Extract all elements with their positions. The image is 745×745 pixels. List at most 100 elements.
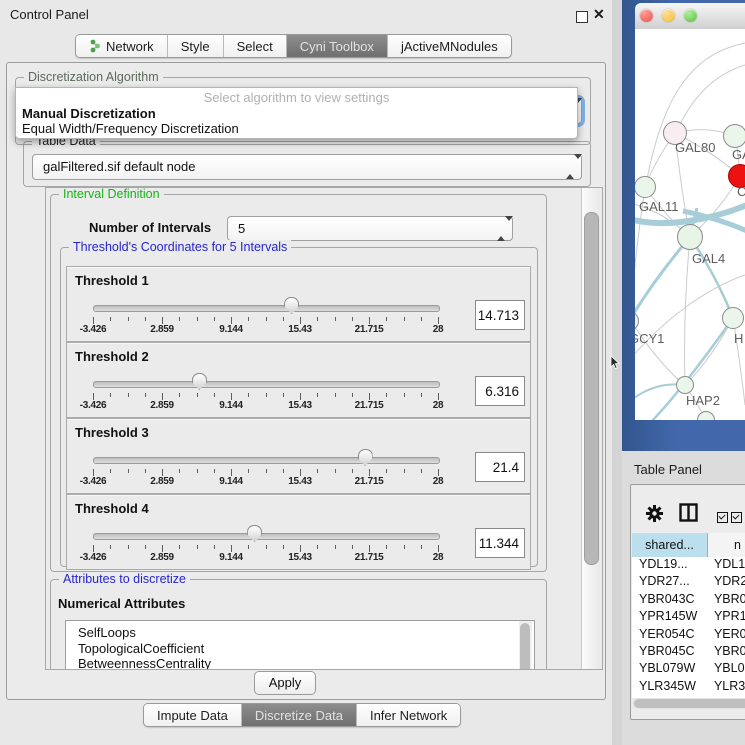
tick-label: 28 bbox=[433, 552, 444, 563]
cell-shared-name[interactable]: YDL19... bbox=[632, 557, 703, 574]
slider-tick bbox=[145, 317, 146, 321]
cell-shared-name[interactable]: YBR045C bbox=[632, 644, 703, 661]
cell-name[interactable]: YER0 bbox=[703, 627, 745, 644]
apply-button[interactable]: Apply bbox=[254, 671, 316, 695]
panel-divider[interactable] bbox=[612, 0, 622, 745]
slider-tick bbox=[300, 317, 301, 324]
table-row[interactable]: YBR043CYBR0 bbox=[632, 592, 745, 609]
slider-track[interactable] bbox=[93, 533, 440, 540]
dropdown-option[interactable]: Manual Discretization bbox=[16, 106, 577, 121]
network-edge[interactable] bbox=[677, 65, 745, 131]
table-hscrollbar[interactable] bbox=[633, 698, 745, 709]
network-view-window[interactable]: GAL80GACGAL11GAL4GCY1HHAP2 bbox=[622, 0, 745, 451]
slider-track[interactable] bbox=[93, 381, 440, 388]
tab-impute-data[interactable]: Impute Data bbox=[144, 704, 242, 726]
cell-name[interactable]: YLR3 bbox=[703, 679, 745, 696]
panel-scrollbar-thumb[interactable] bbox=[584, 212, 599, 565]
tab-style[interactable]: Style bbox=[168, 35, 224, 57]
close-icon[interactable]: ✕ bbox=[593, 6, 605, 23]
attribute-list-item[interactable]: SelfLoops bbox=[66, 625, 534, 641]
tick-label: 21.715 bbox=[355, 552, 384, 563]
table-row[interactable]: YPR145WYPR1 bbox=[632, 609, 745, 626]
network-node-label: GAL11 bbox=[639, 199, 679, 214]
threshold-value-field[interactable]: 14.713 bbox=[475, 300, 525, 330]
list-scrollbar-thumb[interactable] bbox=[520, 623, 530, 670]
cell-shared-name[interactable]: YLR345W bbox=[632, 679, 703, 696]
network-node[interactable] bbox=[677, 224, 703, 250]
threshold-value-field[interactable]: 21.4 bbox=[475, 452, 525, 482]
zoom-traffic-light[interactable] bbox=[684, 9, 697, 22]
threshold-value-field[interactable]: 6.316 bbox=[475, 376, 525, 406]
tab-label: jActiveMNodules bbox=[401, 39, 498, 54]
network-edge[interactable] bbox=[635, 237, 690, 321]
window-float-icon[interactable] bbox=[576, 11, 588, 23]
table-row[interactable]: YDL19...YDL1 bbox=[632, 557, 745, 574]
tab-network[interactable]: Network bbox=[76, 35, 168, 57]
network-edge[interactable] bbox=[690, 237, 733, 318]
slider-tick bbox=[369, 545, 370, 552]
slider-tick bbox=[214, 393, 215, 397]
cell-name[interactable]: YBR0 bbox=[703, 644, 745, 661]
numerical-attributes-list[interactable]: SelfLoopsTopologicalCoefficientBetweenne… bbox=[65, 620, 535, 670]
network-node[interactable] bbox=[676, 376, 694, 394]
num-intervals-combobox[interactable]: 5 bbox=[227, 216, 513, 241]
cell-name[interactable]: YBL0 bbox=[703, 661, 745, 678]
close-traffic-light[interactable] bbox=[640, 9, 653, 22]
cell-shared-name[interactable]: YBL079W bbox=[632, 661, 703, 678]
dropdown-option[interactable]: Equal Width/Frequency Discretization bbox=[16, 121, 577, 136]
attribute-list-item[interactable]: TopologicalCoefficient bbox=[66, 641, 534, 657]
tick-label: 28 bbox=[433, 476, 444, 487]
cell-shared-name[interactable]: YPR145W bbox=[632, 609, 703, 626]
minimize-traffic-light[interactable] bbox=[662, 9, 675, 22]
tab-cyni-toolbox[interactable]: Cyni Toolbox bbox=[287, 35, 388, 57]
tick-label: 21.715 bbox=[355, 324, 384, 335]
network-canvas[interactable]: GAL80GACGAL11GAL4GCY1HHAP2 bbox=[635, 29, 745, 420]
threshold-value-field[interactable]: 11.344 bbox=[475, 528, 525, 558]
table-row[interactable]: YBL079WYBL0 bbox=[632, 661, 745, 678]
threshold-panel: Threshold 1-3.4262.8599.14415.4321.71528… bbox=[66, 266, 531, 342]
slider-tick bbox=[179, 393, 180, 397]
slider-tick bbox=[162, 393, 163, 400]
table-row[interactable]: YDR27...YDR2 bbox=[632, 574, 745, 591]
cell-shared-name[interactable]: YDR27... bbox=[632, 574, 703, 591]
slider-track[interactable] bbox=[93, 305, 440, 312]
slider-tick bbox=[283, 317, 284, 321]
cell-name[interactable]: YPR1 bbox=[703, 609, 745, 626]
table-hscrollbar-thumb[interactable] bbox=[634, 699, 745, 708]
tab-select[interactable]: Select bbox=[224, 35, 287, 57]
threshold-panel: Threshold 3-3.4262.8599.14415.4321.71528… bbox=[66, 418, 531, 494]
network-window-titlebar[interactable] bbox=[635, 3, 745, 30]
list-scrollbar[interactable] bbox=[519, 621, 532, 670]
tick-label: 15.43 bbox=[288, 324, 312, 335]
slider-tick bbox=[369, 317, 370, 324]
split-columns-icon[interactable] bbox=[679, 503, 698, 522]
network-edge[interactable] bbox=[685, 237, 690, 385]
cell-shared-name[interactable]: YER054C bbox=[632, 627, 703, 644]
cell-name[interactable]: YDR2 bbox=[703, 574, 745, 591]
column-header-name[interactable]: n bbox=[708, 533, 745, 557]
table-row[interactable]: YER054CYER0 bbox=[632, 627, 745, 644]
tab-jactivemnodules[interactable]: jActiveMNodules bbox=[388, 35, 511, 57]
slider-tick bbox=[352, 317, 353, 321]
network-node[interactable] bbox=[723, 124, 745, 148]
table-data-combobox[interactable]: galFiltered.sif default node bbox=[32, 154, 582, 180]
slider-tick bbox=[179, 317, 180, 321]
table-row[interactable]: YLR345WYLR3 bbox=[632, 679, 745, 696]
tab-infer-network[interactable]: Infer Network bbox=[357, 704, 460, 726]
network-node[interactable] bbox=[722, 307, 744, 329]
slider-tick bbox=[128, 545, 129, 549]
select-all-checkbox-icon[interactable] bbox=[717, 510, 745, 528]
tab-discretize-data[interactable]: Discretize Data bbox=[242, 704, 357, 726]
network-node[interactable] bbox=[635, 176, 656, 198]
slider-track[interactable] bbox=[93, 457, 440, 464]
gear-icon[interactable] bbox=[645, 504, 664, 523]
cell-shared-name[interactable]: YBR043C bbox=[632, 592, 703, 609]
network-node-label: GAL4 bbox=[692, 251, 725, 266]
panel-scrollbar[interactable] bbox=[581, 188, 600, 669]
column-header-shared[interactable]: shared... bbox=[632, 533, 708, 557]
table-row[interactable]: YBR045CYBR0 bbox=[632, 644, 745, 661]
cell-name[interactable]: YBR0 bbox=[703, 592, 745, 609]
attribute-list-item[interactable]: BetweennessCentrality bbox=[66, 656, 534, 670]
cell-name[interactable]: YDL1 bbox=[703, 557, 745, 574]
network-edge[interactable] bbox=[647, 43, 745, 179]
